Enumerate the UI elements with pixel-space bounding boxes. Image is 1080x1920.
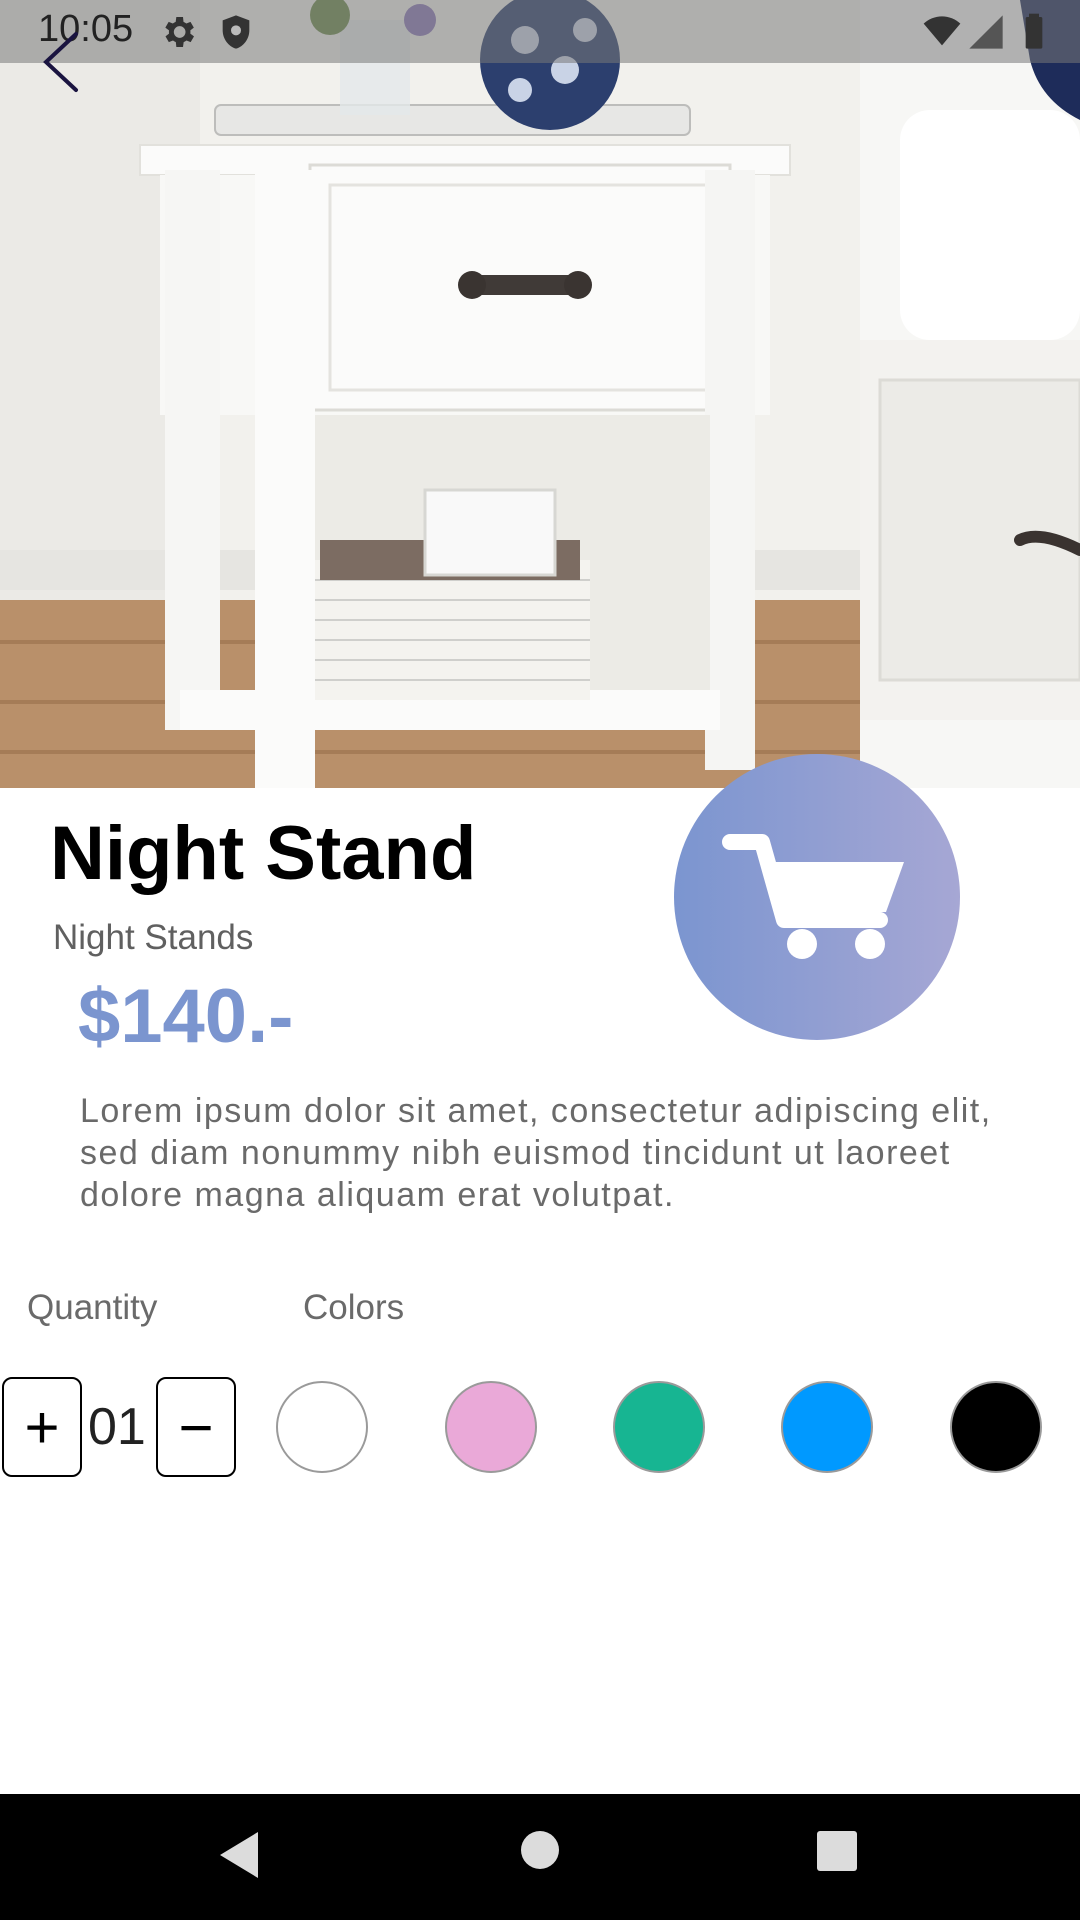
shopping-cart-icon <box>722 834 904 959</box>
battery-icon <box>1025 13 1043 49</box>
product-price: $140.- <box>78 974 294 1059</box>
colors-label: Colors <box>303 1288 405 1327</box>
color-swatch-pink[interactable] <box>445 1381 537 1473</box>
plus-icon: + <box>24 1393 60 1461</box>
increment-button[interactable]: + <box>2 1377 82 1477</box>
back-arrow-icon[interactable] <box>40 30 90 94</box>
quantity-value: 01 <box>88 1398 146 1456</box>
navigation-bar <box>0 1794 1080 1920</box>
color-swatch-black[interactable] <box>950 1381 1042 1473</box>
product-description: Lorem ipsum dolor sit amet, consectetur … <box>80 1092 992 1214</box>
shield-icon <box>222 15 250 49</box>
nav-home-icon[interactable] <box>520 1830 560 1870</box>
color-swatch-white[interactable] <box>276 1381 368 1473</box>
status-bar: 10:05 <box>0 0 1080 63</box>
signal-icon <box>969 15 1003 49</box>
color-swatch-green[interactable] <box>613 1381 705 1473</box>
add-to-cart-button[interactable] <box>674 754 960 1040</box>
quantity-label: Quantity <box>27 1288 158 1327</box>
decrement-button[interactable]: − <box>156 1377 236 1477</box>
product-image <box>0 0 1080 788</box>
nav-back-icon[interactable] <box>218 1830 262 1880</box>
nav-recents-icon[interactable] <box>816 1830 858 1872</box>
product-title: Night Stand <box>50 811 477 896</box>
product-category: Night Stands <box>53 918 254 957</box>
minus-icon: − <box>178 1393 214 1461</box>
wifi-icon <box>923 16 961 46</box>
night-stand-photo <box>0 0 1080 788</box>
color-swatch-blue[interactable] <box>781 1381 873 1473</box>
settings-icon <box>165 17 194 47</box>
